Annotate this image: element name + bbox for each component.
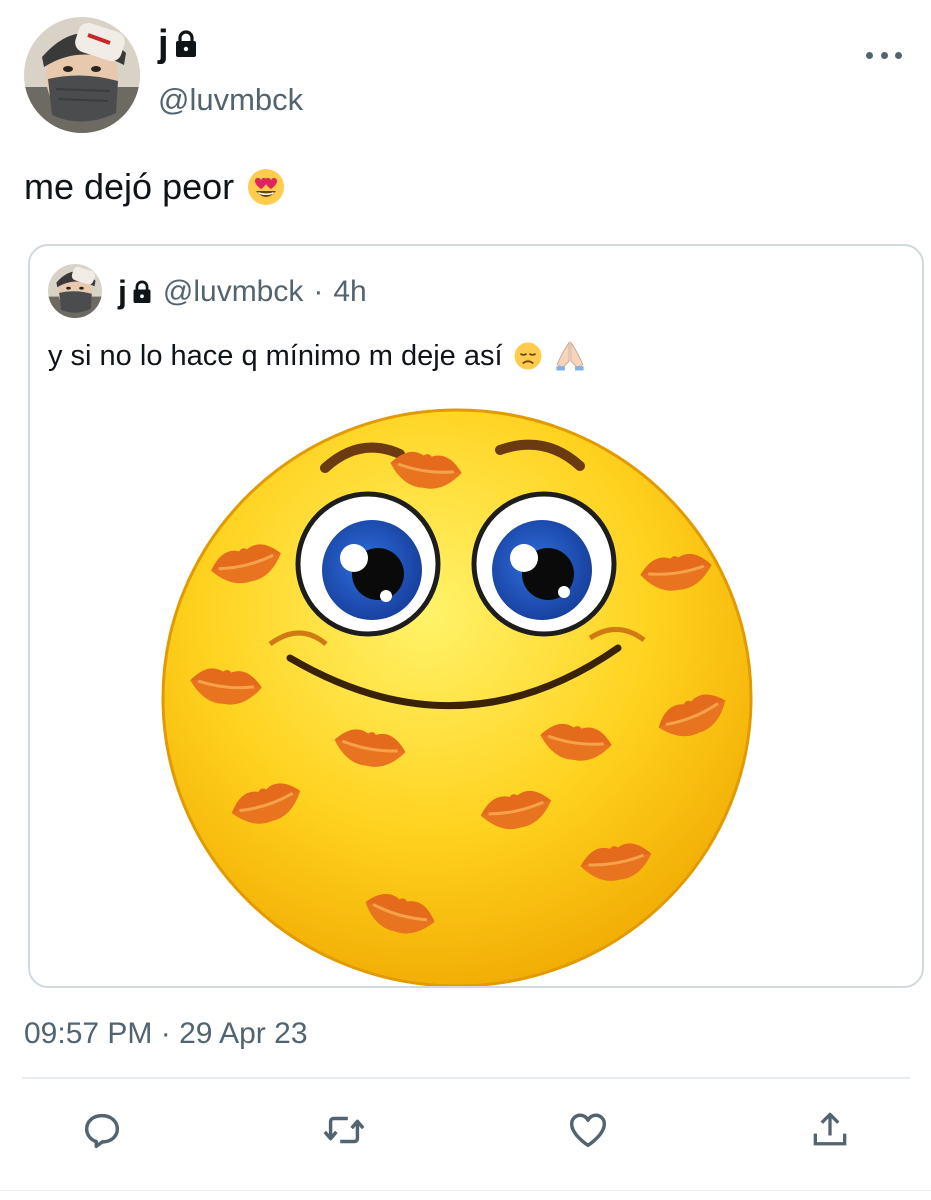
- heart-eyes-emoji: [248, 169, 285, 205]
- quoted-avatar: [48, 264, 102, 318]
- quoted-separator: ·: [313, 275, 324, 308]
- quoted-time: 4h: [333, 275, 367, 308]
- retweet-icon: [323, 1116, 365, 1144]
- share-icon: [813, 1112, 847, 1146]
- reply-icon: [84, 1113, 120, 1149]
- retweet-button[interactable]: [314, 1100, 374, 1160]
- display-name[interactable]: j: [158, 22, 199, 66]
- tweet-text: me dejó peor: [24, 164, 286, 210]
- reply-button[interactable]: [72, 1100, 132, 1160]
- disappointed-face-emoji: [514, 342, 542, 370]
- user-handle[interactable]: @luvmbck: [158, 80, 303, 120]
- bottom-divider: [0, 1190, 931, 1191]
- avatar[interactable]: [24, 17, 140, 133]
- folded-hands-emoji: [555, 340, 584, 371]
- quoted-display-name-text: j: [118, 274, 127, 310]
- lock-icon: [133, 280, 151, 303]
- lock-icon: [175, 30, 196, 57]
- more-options-icon[interactable]: [866, 40, 902, 70]
- like-icon: [569, 1113, 607, 1148]
- quoted-display-name: j: [118, 272, 153, 312]
- quoted-tweet-header: j @luvmbck · 4h: [118, 272, 367, 312]
- share-button[interactable]: [800, 1100, 860, 1160]
- like-button[interactable]: [558, 1100, 618, 1160]
- quoted-text-content: y si no lo hace q mínimo m deje así: [48, 340, 503, 372]
- tweet-text-content: me dejó peor: [24, 166, 235, 207]
- tweet-timestamp[interactable]: 09:57 PM · 29 Apr 23: [24, 1014, 308, 1054]
- display-name-text: j: [158, 23, 169, 65]
- quoted-tweet-image[interactable]: [150, 408, 770, 988]
- quoted-handle: @luvmbck: [162, 275, 304, 308]
- quoted-tweet-text: y si no lo hace q mínimo m deje así: [48, 336, 587, 376]
- divider: [22, 1077, 910, 1079]
